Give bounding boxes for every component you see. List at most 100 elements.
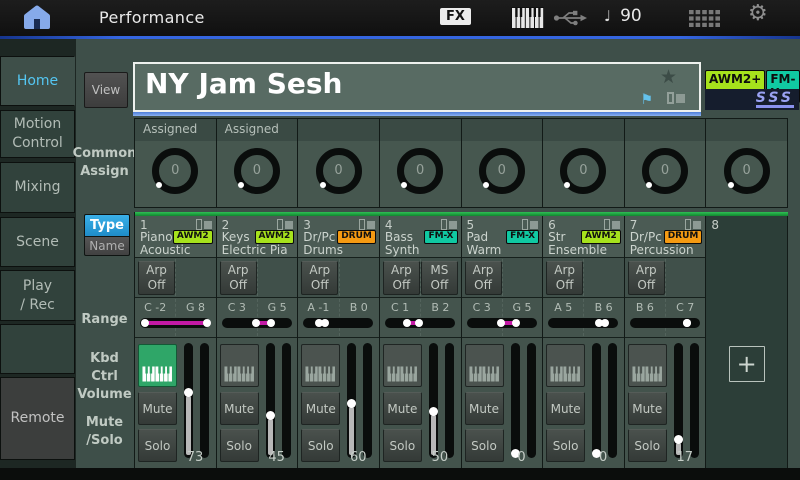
range-high-handle[interactable] [321,319,329,327]
fx-indicator[interactable]: FX [440,8,471,25]
arp-button[interactable]: Arp Off [138,261,175,295]
kbd-ctrl-button[interactable] [383,344,422,387]
range-slider[interactable] [467,318,537,328]
range-high-handle[interactable] [512,319,520,327]
add-part-button[interactable]: + [729,346,765,382]
assign-knob[interactable]: 0 [298,141,379,207]
kbd-ctrl-button[interactable] [628,344,667,387]
menu-grid-icon[interactable] [689,10,720,31]
name-button[interactable]: Name [84,237,130,256]
range-slider[interactable] [303,318,373,328]
arp-button[interactable]: Arp Off [301,261,338,295]
part-header[interactable]: 4 Bass FM-X Synth [380,216,461,258]
solo-button[interactable]: Solo [220,429,259,462]
solo-button[interactable]: Solo [546,429,585,462]
part-column[interactable]: 6 Str AWM2 Ensemble Arp Off A 5 B 6 [543,216,625,468]
kbd-ctrl-button[interactable] [465,344,504,387]
part-header[interactable]: 6 Str AWM2 Ensemble [543,216,624,258]
range-slider[interactable] [222,318,292,328]
fader-thumb[interactable] [184,388,193,397]
part-range-cell[interactable]: A 5 B 6 [543,298,624,338]
volume-fader[interactable] [347,343,356,458]
volume-fader[interactable] [429,343,438,458]
knob-ring[interactable]: 0 [560,148,606,194]
part-column[interactable]: 2 Keys AWM2 Electric Pia Arp Off C 3 G 5 [217,216,299,468]
part-range-cell[interactable]: C -2 G 8 [135,298,216,338]
type-button[interactable]: Type [84,214,130,237]
fader-thumb[interactable] [347,399,356,408]
part-column[interactable]: 1 Piano AWM2 Acoustic Arp Off C -2 G 8 [135,216,217,468]
arp-button[interactable]: Arp Off [465,261,502,295]
part-header[interactable]: 3 Dr/Pc DRUM Drums [298,216,379,258]
arp-button[interactable]: Arp Off [546,261,583,295]
solo-button[interactable]: Solo [465,429,504,462]
mute-button[interactable]: Mute [301,392,340,425]
volume-fader[interactable] [592,343,601,458]
range-high-handle[interactable] [267,319,275,327]
range-low-handle[interactable] [497,319,505,327]
tempo-display[interactable]: ♩ 90 [604,6,642,26]
range-high-handle[interactable] [203,319,211,327]
range-slider[interactable] [548,318,618,328]
solo-button[interactable]: Solo [383,429,422,462]
knob-ring[interactable]: 0 [479,148,525,194]
range-low-handle[interactable] [252,319,260,327]
part-column[interactable]: 3 Dr/Pc DRUM Drums Arp Off A -1 B 0 [298,216,380,468]
knob-ring[interactable]: 0 [234,148,280,194]
favorite-star-icon[interactable]: ★ [660,66,677,88]
kbd-ctrl-button[interactable] [138,344,177,387]
mute-button[interactable]: Mute [138,392,177,425]
sidebar-tab[interactable]: Play / Rec [0,270,75,321]
assign-knob[interactable]: 0 [135,141,216,207]
solo-button[interactable]: Solo [628,429,667,462]
kbd-ctrl-button[interactable] [220,344,259,387]
part-column[interactable]: 4 Bass FM-X Synth Arp Off MS Off C 1 B 2 [380,216,462,468]
range-low-handle[interactable] [141,319,149,327]
knob-ring[interactable]: 0 [397,148,443,194]
range-high-handle[interactable] [415,319,423,327]
assign-knob[interactable]: 0 [217,141,298,207]
motion-seq-button[interactable]: MS Off [421,261,458,295]
part-header[interactable]: 7 Dr/Pc DRUM Percussion [625,216,706,258]
arp-button[interactable]: Arp Off [383,261,420,295]
kbd-ctrl-button[interactable] [546,344,585,387]
part-header[interactable]: 2 Keys AWM2 Electric Pia [217,216,298,258]
knob-ring[interactable]: 0 [724,148,770,194]
keyboard-status-icon[interactable] [511,7,544,33]
knob-ring[interactable]: 0 [642,148,688,194]
range-high-handle[interactable] [601,319,609,327]
sidebar-tab[interactable]: Remote [0,377,75,460]
part-range-cell[interactable]: C 1 B 2 [380,298,461,338]
fader-thumb[interactable] [429,407,438,416]
range-low-handle[interactable] [403,319,411,327]
mute-button[interactable]: Mute [546,392,585,425]
sidebar-tab[interactable]: Home [0,56,75,106]
knob-ring[interactable]: 0 [316,148,362,194]
mute-button[interactable]: Mute [220,392,259,425]
part-column[interactable]: 7 Dr/Pc DRUM Percussion Arp Off B 6 C 7 [625,216,707,468]
volume-fader[interactable] [184,343,193,458]
solo-button[interactable]: Solo [138,429,177,462]
mute-button[interactable]: Mute [465,392,504,425]
kbd-ctrl-button[interactable] [301,344,340,387]
volume-fader[interactable] [511,343,520,458]
range-slider[interactable] [630,318,700,328]
part-header[interactable]: 5 Pad FM-X Warm [462,216,543,258]
knob-ring[interactable]: 0 [152,148,198,194]
utility-gear-icon[interactable]: ⚙ [748,3,768,25]
assign-knob[interactable]: 0 [706,141,787,207]
volume-fader[interactable] [674,343,683,458]
sidebar-tab[interactable]: Motion Control [0,110,75,158]
part-range-cell[interactable]: C 3 G 5 [217,298,298,338]
home-button[interactable] [14,2,60,34]
fader-thumb[interactable] [674,435,683,444]
assign-knob[interactable]: 0 [543,141,624,207]
sidebar-tab[interactable] [0,324,75,374]
volume-fader[interactable] [266,343,275,458]
assign-knob[interactable]: 0 [462,141,543,207]
fader-thumb[interactable] [266,411,275,420]
sidebar-tab[interactable]: Scene [0,217,75,267]
solo-button[interactable]: Solo [301,429,340,462]
arp-button[interactable]: Arp Off [220,261,257,295]
view-button[interactable]: View [84,72,128,108]
